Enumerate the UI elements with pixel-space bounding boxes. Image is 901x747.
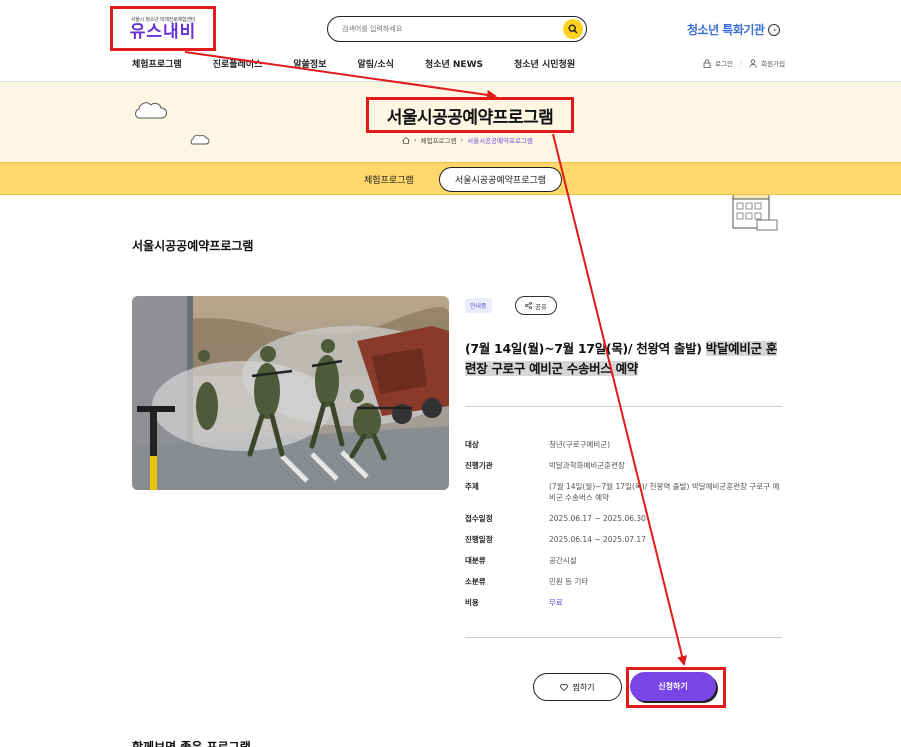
info-label: 소분류 xyxy=(465,577,486,586)
breadcrumb-separator: › xyxy=(460,136,464,144)
breadcrumb-separator: › xyxy=(414,136,417,144)
info-row-application-period: 접수일정 2025.06.17 ~ 2025.06.30 xyxy=(465,513,781,524)
util-divider: | xyxy=(739,59,743,67)
nav-item-useful-info[interactable]: 알쓸정보 xyxy=(293,57,326,70)
search-bar xyxy=(327,16,587,42)
info-row-organizer: 진행기관 박달과학화예비군훈련장 xyxy=(465,460,781,471)
info-row-program-period: 진행일정 2025.06.14 ~ 2025.07.17 xyxy=(465,534,781,545)
info-label: 대상 xyxy=(465,440,479,449)
join-link[interactable]: 회원가입 xyxy=(761,58,785,68)
special-institution-label: 청소년 특화기관 xyxy=(687,23,765,37)
login-link[interactable]: 로그인 xyxy=(715,58,733,68)
info-row-minor-category: 소분류 민원 등 기타 xyxy=(465,576,781,587)
site-logo[interactable]: 서울시 청소년 미래진로체험센터 유스내비 xyxy=(110,6,216,51)
user-icon xyxy=(749,58,757,68)
nav-item-career-place[interactable]: 진로플레이스 xyxy=(213,57,263,70)
wish-label: 찜하기 xyxy=(572,682,595,692)
lock-icon xyxy=(703,58,711,68)
category-tabs: 체험프로그램 서울시공공예약프로그램 xyxy=(0,162,901,195)
info-value: 2025.06.14 ~ 2025.07.17 xyxy=(549,535,646,544)
info-row-major-category: 대분류 공간시설 xyxy=(465,555,781,566)
main-nav: 체험프로그램 진로플레이스 알쓸정보 알림/소식 청소년 NEWS 청소년 시민… xyxy=(132,57,606,70)
breadcrumb: › 체험프로그램 › 서울시공공예약프로그램 xyxy=(402,135,533,145)
program-title: (7월 14일(월)~7월 17일(목)/ 천왕역 출발) 박달예비군 훈련장 … xyxy=(465,339,785,379)
info-value: 청년(구로구예비군) xyxy=(549,440,611,449)
info-label: 주제 xyxy=(465,482,479,491)
special-institution-link[interactable]: 청소년 특화기관 › xyxy=(687,21,781,38)
info-value: 무료 xyxy=(549,598,563,607)
nav-item-notice[interactable]: 알림/소식 xyxy=(358,57,394,70)
home-icon[interactable] xyxy=(402,136,410,144)
info-divider-bottom xyxy=(465,637,782,638)
status-badge: 안내중 xyxy=(465,298,492,313)
wish-button[interactable]: 찜하기 xyxy=(533,673,622,701)
share-icon xyxy=(525,302,533,309)
user-utility: 로그인 | 회원가입 xyxy=(703,58,785,68)
nav-item-petition[interactable]: 청소년 시민청원 xyxy=(514,57,575,70)
logo-name: 유스내비 xyxy=(129,22,197,42)
share-label: 공유 xyxy=(535,302,547,311)
page-title: 서울시공공예약프로그램 xyxy=(366,97,574,133)
info-divider-top xyxy=(465,406,782,407)
tab-seoul-public-reservation[interactable]: 서울시공공예약프로그램 xyxy=(439,167,562,192)
breadcrumb-current: 서울시공공예약프로그램 xyxy=(467,137,533,145)
search-icon xyxy=(568,24,578,34)
search-input[interactable] xyxy=(342,25,542,33)
cloud-icon xyxy=(135,102,168,119)
nav-item-experience[interactable]: 체험프로그램 xyxy=(132,57,182,70)
info-value: 민원 등 기타 xyxy=(549,577,589,586)
chevron-right-icon: › xyxy=(768,23,781,36)
breadcrumb-parent[interactable]: 체험프로그램 xyxy=(421,135,457,145)
cloud-icon xyxy=(190,134,210,145)
info-label: 접수일정 xyxy=(465,514,493,523)
info-row-cost: 비용 무료 xyxy=(465,597,781,608)
info-value: 박달과학화예비군훈련장 xyxy=(549,461,625,470)
section-title: 서울시공공예약프로그램 xyxy=(132,239,254,253)
program-title-date: (7월 14일(월)~7월 17일(목)/ 천왕역 출발) xyxy=(465,341,706,356)
share-button[interactable]: 공유 xyxy=(515,296,557,315)
info-row-target: 대상 청년(구로구예비군) xyxy=(465,439,781,450)
search-button[interactable] xyxy=(563,19,583,39)
heart-icon xyxy=(560,683,569,691)
related-programs-title: 함께보면 좋은 프로그램 xyxy=(132,740,251,747)
site-header: 서울시 청소년 미래진로체험센터 유스내비 청소년 특화기관 › 체험프로그램 … xyxy=(0,0,901,82)
info-label: 진행기관 xyxy=(465,461,493,470)
tab-experience-program[interactable]: 체험프로그램 xyxy=(364,173,414,186)
program-photo xyxy=(132,296,449,490)
info-label: 진행일정 xyxy=(465,535,493,544)
info-label: 대분류 xyxy=(465,556,486,565)
info-label: 비용 xyxy=(465,598,479,607)
info-value: 2025.06.17 ~ 2025.06.30 xyxy=(549,514,646,523)
nav-item-youth-news[interactable]: 청소년 NEWS xyxy=(425,57,483,70)
info-value: 공간시설 xyxy=(549,556,577,565)
info-row-subject: 주제 (7월 14일(월)~7월 17일(목)/ 천왕역 출발) 박달예비군훈련장… xyxy=(465,481,781,503)
info-value: (7월 14일(월)~7월 17일(목)/ 천왕역 출발) 박달예비군훈련장 구… xyxy=(549,482,780,502)
apply-button[interactable]: 신청하기 xyxy=(630,672,716,701)
